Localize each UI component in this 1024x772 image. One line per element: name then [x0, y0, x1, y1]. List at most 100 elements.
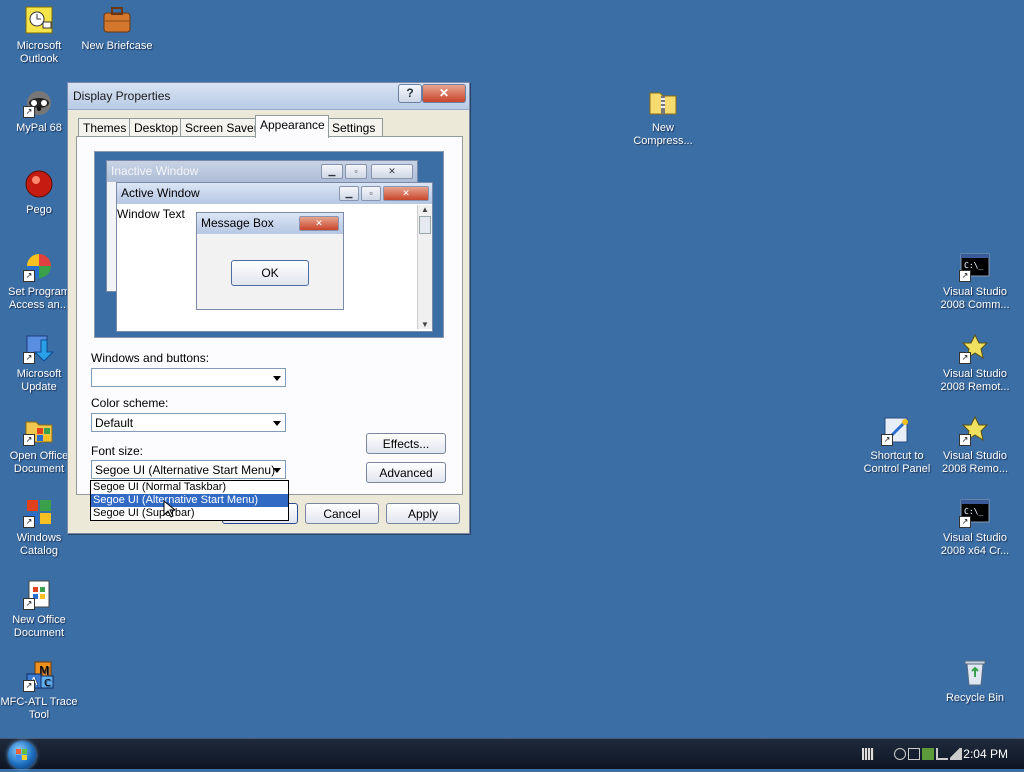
desktop-icon-label: New Compress... — [633, 122, 693, 147]
preview-message-box: Message Box ✕ OK — [196, 212, 344, 310]
svg-text:C: C — [44, 678, 51, 689]
preview-ok-button: OK — [231, 260, 309, 286]
preview-maximize-icon: ▫ — [345, 164, 367, 179]
shortcut-arrow-icon: ↗ — [881, 434, 893, 446]
chevron-down-icon — [273, 468, 281, 473]
desktop-icon-label: Visual Studio 2008 Remot... — [940, 368, 1010, 393]
outlook-icon-tile[interactable]: Microsoft Outlook — [0, 4, 78, 66]
desktop-icon-label: New Briefcase — [81, 40, 153, 52]
vs2008-command-prompt-icon-tile[interactable]: C:\_ ↗ Visual Studio 2008 Comm... — [936, 250, 1014, 312]
recycle-bin-icon-tile[interactable]: Recycle Bin — [936, 656, 1014, 705]
dropdown-option-selected[interactable]: Segoe UI (Alternative Start Menu) — [91, 494, 288, 507]
control-panel-shortcut-icon: ↗ — [881, 414, 913, 446]
color-scheme-select[interactable]: Default — [91, 413, 286, 432]
effects-button[interactable]: Effects... — [366, 433, 446, 454]
shortcut-arrow-icon: ↗ — [959, 352, 971, 364]
keyboard-icon[interactable] — [862, 748, 874, 760]
start-button[interactable] — [8, 741, 36, 769]
tab-screen-saver[interactable]: Screen Saver — [180, 118, 266, 137]
windows-buttons-label: Windows and buttons: — [91, 351, 210, 365]
tab-appearance[interactable]: Appearance — [255, 115, 329, 138]
vs2008-remote-debugger-icon: ↗ — [959, 332, 991, 364]
color-scheme-value: Default — [95, 416, 134, 430]
shortcut-arrow-icon: ↗ — [23, 106, 35, 118]
desktop-icon-label: Visual Studio 2008 x64 Cr... — [940, 532, 1010, 557]
shortcut-arrow-icon: ↗ — [959, 516, 971, 528]
chevron-down-icon — [273, 376, 281, 381]
apply-button[interactable]: Apply — [386, 503, 460, 524]
shortcut-arrow-icon: ↗ — [23, 680, 35, 692]
close-button[interactable]: ✕ — [422, 84, 466, 103]
tab-settings[interactable]: Settings — [327, 118, 383, 137]
shortcut-arrow-icon: ↗ — [23, 598, 35, 610]
font-size-dropdown-list[interactable]: Segoe UI (Normal Taskbar) Segoe UI (Alte… — [90, 480, 289, 521]
set-program-access-icon: ↗ — [23, 250, 55, 282]
preview-minimize-icon: ▁ — [321, 164, 343, 179]
color-scheme-label: Color scheme: — [91, 396, 169, 410]
display-properties-dialog: Display Properties ? ✕ Themes Desktop Sc… — [67, 82, 470, 534]
taskbar: 2:04 PM — [0, 738, 1024, 769]
tab-desktop[interactable]: Desktop — [129, 118, 187, 137]
mypal-icon: ↗ — [23, 86, 55, 118]
system-tray: 2:04 PM — [844, 739, 1024, 769]
shortcut-arrow-icon: ↗ — [23, 352, 35, 364]
pego-icon — [23, 168, 55, 200]
font-size-value: Segoe UI (Alternative Start Menu) — [95, 463, 276, 477]
compressed-folder-icon-tile[interactable]: New Compress... — [624, 86, 702, 148]
desktop-icon-label: Recycle Bin — [945, 692, 1005, 704]
windows-buttons-select[interactable] — [91, 368, 286, 387]
shortcut-arrow-icon: ↗ — [959, 270, 971, 282]
preview-window-text: Window Text — [117, 207, 185, 221]
briefcase-icon-tile[interactable]: New Briefcase — [78, 4, 156, 53]
dropdown-option[interactable]: Segoe UI (Normal Taskbar) — [91, 481, 288, 494]
font-size-select[interactable]: Segoe UI (Alternative Start Menu) — [91, 460, 286, 479]
volume-icon[interactable] — [950, 748, 962, 760]
security-icon[interactable] — [922, 748, 934, 760]
help-button[interactable]: ? — [398, 84, 422, 103]
vs2008-remote-debugger-2-icon-tile[interactable]: ↗ Visual Studio 2008 Remo... — [936, 414, 1014, 476]
microsoft-update-icon: ↗ — [23, 332, 55, 364]
advanced-button[interactable]: Advanced — [366, 462, 446, 483]
vs2008-remote-debugger-icon-tile[interactable]: ↗ Visual Studio 2008 Remot... — [936, 332, 1014, 394]
svg-text:C:\_: C:\_ — [964, 261, 983, 270]
vs2008-command-prompt-icon: C:\_ ↗ — [959, 250, 991, 282]
desktop-icon-label: Microsoft Outlook — [16, 40, 62, 65]
shortcut-arrow-icon: ↗ — [23, 434, 35, 446]
desktop-icon-label: Visual Studio 2008 Remo... — [941, 450, 1009, 475]
shortcut-arrow-icon: ↗ — [23, 516, 35, 528]
preview-message-close-icon: ✕ — [299, 216, 339, 231]
dropdown-option[interactable]: Segoe UI (Superbar) — [91, 507, 288, 520]
clock[interactable]: 2:04 PM — [963, 747, 1008, 761]
preview-inactive-close-icon: ✕ — [371, 164, 413, 179]
open-office-document-icon: ↗ — [23, 414, 55, 446]
gear-icon[interactable] — [894, 748, 906, 760]
windows-logo-icon — [16, 749, 27, 760]
display-icon[interactable] — [908, 748, 920, 760]
outlook-icon — [23, 4, 55, 36]
mfc-atl-trace-icon-tile[interactable]: MAC ↗ MFC-ATL Trace Tool — [0, 660, 78, 722]
new-office-document-icon-tile[interactable]: ↗ New Office Document — [0, 578, 78, 640]
appearance-tab-panel: Inactive Window ▁ ▫ ✕ Active Window ▁ ▫ … — [76, 136, 463, 495]
font-size-label: Font size: — [91, 444, 144, 458]
dialog-title: Display Properties — [73, 89, 171, 103]
desktop-icon-label: Windows Catalog — [16, 532, 62, 557]
preview-scrollbar: ▲ ▼ — [417, 205, 432, 329]
desktop-icon-label: New Office Document — [12, 614, 66, 639]
desktop-icon-label: MFC-ATL Trace Tool — [0, 696, 78, 721]
desktop: { "desktop": { "icons": [ {"name":"outlo… — [0, 0, 1024, 769]
vs2008-x64-command-icon-tile[interactable]: C:\_ ↗ Visual Studio 2008 x64 Cr... — [936, 496, 1014, 558]
desktop-icon-label: Shortcut to Control Panel — [863, 450, 931, 475]
network-icon[interactable] — [936, 748, 948, 760]
shortcut-arrow-icon: ↗ — [23, 270, 35, 282]
appearance-preview: Inactive Window ▁ ▫ ✕ Active Window ▁ ▫ … — [94, 151, 444, 338]
mouse-cursor-icon — [163, 500, 175, 518]
chevron-down-icon — [273, 421, 281, 426]
mfc-atl-trace-icon: MAC ↗ — [23, 660, 55, 692]
windows-catalog-icon: ↗ — [23, 496, 55, 528]
tab-themes[interactable]: Themes — [78, 118, 130, 137]
preview-close-icon: ✕ — [383, 186, 429, 201]
control-panel-shortcut-icon-tile[interactable]: ↗ Shortcut to Control Panel — [858, 414, 936, 476]
title-bar[interactable]: Display Properties ? ✕ — [68, 83, 469, 110]
briefcase-icon — [101, 4, 133, 36]
cancel-button[interactable]: Cancel — [305, 503, 379, 524]
